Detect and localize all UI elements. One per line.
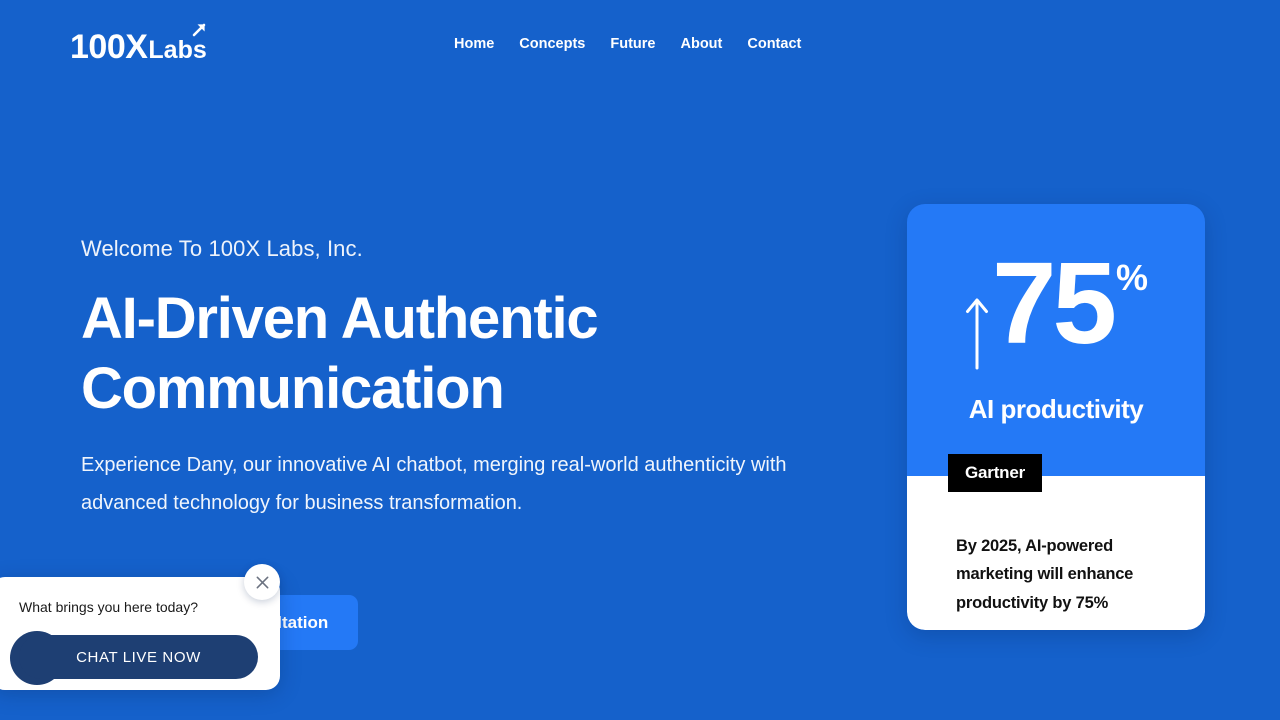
page-title: AI-Driven Authentic Communication	[81, 286, 599, 421]
hero-eyebrow: Welcome To 100X Labs, Inc.	[81, 236, 363, 261]
source-badge: Gartner	[948, 454, 1043, 492]
chat-close-button[interactable]	[244, 564, 280, 600]
nav-item-home[interactable]: Home	[454, 36, 519, 52]
brand-logo[interactable]: 100X Labs	[70, 23, 207, 66]
hero-section: Welcome To 100X Labs, Inc. AI-Driven Aut…	[81, 236, 841, 522]
close-icon	[256, 576, 268, 588]
logo-secondary-text: Labs	[148, 36, 207, 64]
nav-item-future[interactable]: Future	[610, 36, 680, 52]
stat-card: 75 % AI productivity Gartner By 2025, AI…	[907, 204, 1205, 630]
hero-subcopy: Experience Dany, our innovative AI chatb…	[81, 453, 787, 514]
chat-live-now-button[interactable]: CHAT LIVE NOW	[19, 635, 258, 679]
chat-card: What brings you here today? CHAT LIVE NO…	[0, 577, 280, 690]
site-header: 100X Labs Home Concepts Future About Con…	[0, 0, 1280, 92]
stat-card-top: 75 % AI productivity	[907, 204, 1205, 476]
stat-label: AI productivity	[968, 394, 1144, 424]
nav-item-contact[interactable]: Contact	[747, 36, 801, 52]
logo-primary-text: 100X	[70, 28, 148, 66]
stat-value: 75	[991, 238, 1117, 368]
nav-item-about[interactable]: About	[680, 36, 747, 52]
stat-figure: 75 %	[907, 238, 1205, 370]
main-navigation: Home Concepts Future About Contact	[454, 36, 801, 52]
nav-item-concepts[interactable]: Concepts	[519, 36, 610, 52]
arrow-up-right-icon	[192, 23, 206, 37]
chat-prompt-text: What brings you here today?	[19, 599, 198, 615]
chat-widget: What brings you here today? CHAT LIVE NO…	[0, 577, 280, 690]
stat-card-bottom: Gartner By 2025, AI-powered marketing wi…	[907, 454, 1205, 630]
stat-unit: %	[1116, 257, 1149, 298]
stat-quote: By 2025, AI-powered marketing will enhan…	[956, 537, 1134, 612]
page-root: 100X Labs Home Concepts Future About Con…	[0, 0, 1280, 720]
arrow-up-icon	[965, 298, 988, 370]
